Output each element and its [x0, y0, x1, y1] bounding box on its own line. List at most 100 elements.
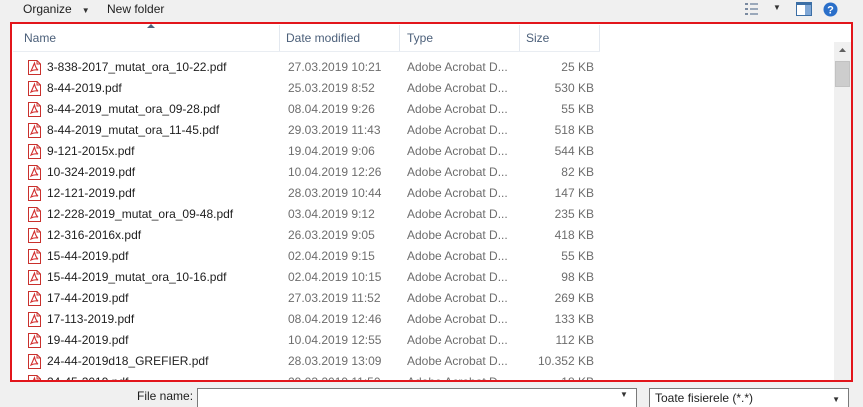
pdf-file-icon	[28, 123, 41, 138]
scroll-up-arrow-icon[interactable]	[834, 42, 851, 59]
file-row[interactable]: 24-45-2019.pdf 29.03.2019 11:50 Adobe Acro…	[12, 372, 837, 382]
file-size: 112 KB	[555, 333, 594, 347]
file-date-modified: 02.04.2019 9:15	[288, 249, 375, 263]
file-size: 418 KB	[554, 228, 594, 242]
file-date-modified: 19.04.2019 9:06	[288, 144, 375, 158]
file-row[interactable]: 15-44-2019_mutat_ora_10-16.pdf 02.04.2019…	[12, 267, 837, 288]
pdf-file-icon	[28, 375, 41, 380]
file-name: 17-113-2019.pdf	[47, 312, 135, 326]
file-row[interactable]: 15-44-2019.pdf 02.04.2019 9:15 Adobe Acrob…	[12, 246, 837, 267]
file-list[interactable]: Name Date modified Type Size 3-838-2017_…	[10, 22, 853, 382]
file-name: 15-44-2019.pdf	[47, 249, 129, 263]
new-folder-button[interactable]: New folder	[107, 1, 164, 18]
file-name: 12-121-2019.pdf	[47, 186, 136, 200]
file-rows: 3-838-2017_mutat_ora_10-22.pdf 27.03.2019…	[12, 57, 837, 382]
file-date-modified: 10.04.2019 12:55	[288, 333, 382, 347]
file-row[interactable]: 8-44-2019_mutat_ora_09-28.pdf 08.04.2019 …	[12, 99, 837, 120]
column-header-date[interactable]: Date modified	[280, 25, 400, 51]
column-header-type[interactable]: Type	[400, 25, 520, 51]
view-dropdown-chevron-icon[interactable]: ▼	[773, 3, 781, 12]
file-name: 15-44-2019_mutat_ora_10-16.pdf	[47, 270, 227, 284]
help-icon[interactable]: ?	[823, 2, 838, 17]
file-row[interactable]: 24-44-2019d18_GREFIER.pdf 28.03.2019 13:0…	[12, 351, 837, 372]
file-row[interactable]: 12-121-2019.pdf 28.03.2019 10:44 Adobe Acr…	[12, 183, 837, 204]
file-date-modified: 29.03.2019 11:43	[288, 123, 381, 137]
bottom-bar: File name: ▼ Toate fisierele (*.*) ▼	[0, 386, 863, 407]
column-header-size[interactable]: Size	[520, 25, 600, 51]
toolbar: Organize ▼ New folder ▼ ?	[0, 0, 863, 20]
file-row[interactable]: 8-44-2019.pdf 25.03.2019 8:52 Adobe Acroba…	[12, 78, 837, 99]
file-type: Adobe Acrobat D...	[407, 375, 508, 382]
preview-pane-icon[interactable]	[796, 2, 812, 16]
file-type: Adobe Acrobat D...	[407, 144, 508, 158]
file-size: 544 KB	[554, 144, 594, 158]
organize-label: Organize	[23, 2, 72, 16]
file-size: 518 KB	[554, 123, 594, 137]
file-row[interactable]: 10-324-2019.pdf 10.04.2019 12:26 Adobe Acr…	[12, 162, 837, 183]
file-type: Adobe Acrobat D...	[407, 249, 508, 263]
file-date-modified: 03.04.2019 9:12	[288, 207, 375, 221]
file-name: 24-44-2019d18_GREFIER.pdf	[47, 354, 209, 368]
file-row[interactable]: 8-44-2019_mutat_ora_11-45.pdf 29.03.2019 …	[12, 120, 837, 141]
file-name: 9-121-2015x.pdf	[47, 144, 135, 158]
pdf-file-icon	[28, 144, 41, 159]
file-size: 82 KB	[561, 165, 594, 179]
file-type: Adobe Acrobat D...	[407, 333, 508, 347]
file-size: 530 KB	[554, 81, 594, 95]
file-row[interactable]: 19-44-2019.pdf 10.04.2019 12:55 Adobe Acro…	[12, 330, 837, 351]
file-size: 25 KB	[561, 60, 594, 74]
file-name: 8-44-2019_mutat_ora_11-45.pdf	[47, 123, 219, 137]
scrollbar-thumb[interactable]	[835, 61, 850, 87]
file-size: 18 KB	[561, 375, 594, 382]
file-type: Adobe Acrobat D...	[407, 81, 508, 95]
file-type: Adobe Acrobat D...	[407, 165, 508, 179]
file-row[interactable]: 12-228-2019_mutat_ora_09-48.pdf 03.04.201…	[12, 204, 837, 225]
pdf-file-icon	[28, 102, 41, 117]
file-type-filter-select[interactable]: Toate fisierele (*.*) ▼	[649, 388, 849, 407]
file-type: Adobe Acrobat D...	[407, 354, 508, 368]
pdf-file-icon	[28, 165, 41, 180]
svg-text:?: ?	[827, 5, 834, 17]
file-size: 55 KB	[561, 102, 594, 116]
column-header-name[interactable]: Name	[13, 24, 280, 51]
file-type: Adobe Acrobat D...	[407, 60, 508, 74]
file-name: 12-316-2016x.pdf	[47, 228, 142, 242]
file-row[interactable]: 9-121-2015x.pdf 19.04.2019 9:06 Adobe Acro…	[12, 141, 837, 162]
file-name-dropdown-icon[interactable]: ▼	[620, 390, 628, 399]
file-date-modified: 08.04.2019 12:46	[288, 312, 382, 326]
file-type-filter-value: Toate fisierele (*.*)	[655, 391, 754, 405]
pdf-file-icon	[28, 291, 41, 306]
file-type: Adobe Acrobat D...	[407, 123, 508, 137]
view-options-icon[interactable]	[745, 2, 763, 16]
file-size: 147 KB	[554, 186, 594, 200]
file-type: Adobe Acrobat D...	[407, 312, 508, 326]
file-name: 10-324-2019.pdf	[47, 165, 136, 179]
file-name: 17-44-2019.pdf	[47, 291, 129, 305]
pdf-file-icon	[28, 333, 41, 348]
pdf-file-icon	[28, 228, 41, 243]
file-type: Adobe Acrobat D...	[407, 270, 508, 284]
organize-button[interactable]: Organize ▼	[23, 1, 90, 18]
pdf-file-icon	[28, 60, 41, 75]
file-row[interactable]: 17-44-2019.pdf 27.03.2019 11:52 Adobe Acro…	[12, 288, 837, 309]
pdf-file-icon	[28, 81, 41, 96]
file-size: 269 KB	[554, 291, 594, 305]
file-type: Adobe Acrobat D...	[407, 228, 508, 242]
vertical-scrollbar[interactable]	[834, 42, 851, 380]
file-date-modified: 10.04.2019 12:26	[288, 165, 382, 179]
file-date-modified: 28.03.2019 13:09	[288, 354, 382, 368]
file-type: Adobe Acrobat D...	[407, 207, 508, 221]
chevron-down-icon: ▼	[832, 395, 840, 404]
pdf-file-icon	[28, 354, 41, 369]
file-row[interactable]: 12-316-2016x.pdf 26.03.2019 9:05 Adobe Acr…	[12, 225, 837, 246]
file-size: 98 KB	[561, 270, 594, 284]
file-name: 8-44-2019.pdf	[47, 81, 122, 95]
file-date-modified: 29.03.2019 11:50	[288, 375, 381, 382]
file-date-modified: 26.03.2019 9:05	[288, 228, 375, 242]
file-row[interactable]: 17-113-2019.pdf 08.04.2019 12:46 Adobe Acr…	[12, 309, 837, 330]
file-name-input[interactable]	[197, 388, 637, 407]
file-type: Adobe Acrobat D...	[407, 291, 508, 305]
file-row[interactable]: 3-838-2017_mutat_ora_10-22.pdf 27.03.2019…	[12, 57, 837, 78]
file-name: 8-44-2019_mutat_ora_09-28.pdf	[47, 102, 220, 116]
file-name: 12-228-2019_mutat_ora_09-48.pdf	[47, 207, 234, 221]
